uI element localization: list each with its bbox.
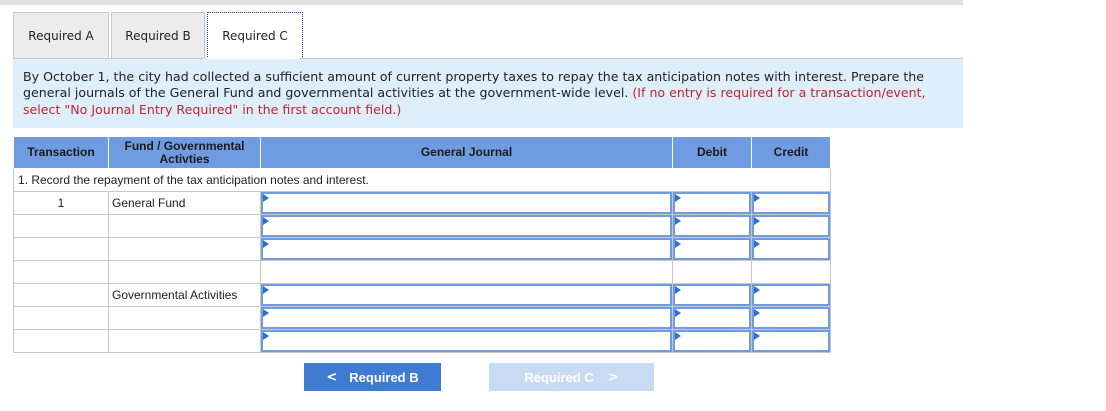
- fund-label: [108, 306, 261, 330]
- input-marker-icon: [754, 240, 760, 248]
- credit-input[interactable]: [751, 191, 831, 215]
- transaction-number: [13, 329, 109, 353]
- table-row: [13, 329, 831, 353]
- dropdown-arrow-icon: [263, 309, 269, 317]
- credit-input[interactable]: [751, 214, 831, 238]
- account-select[interactable]: [260, 237, 673, 261]
- input-marker-icon: [675, 286, 681, 294]
- chevron-left-icon: <: [326, 369, 338, 385]
- input-marker-icon: [675, 240, 681, 248]
- account-select[interactable]: [260, 283, 673, 307]
- dropdown-arrow-icon: [263, 194, 269, 202]
- header-fund: Fund / Governmental Activties: [108, 136, 261, 169]
- header-debit: Debit: [672, 136, 752, 169]
- table-row: [13, 306, 831, 330]
- instructions-panel: By October 1, the city had collected a s…: [13, 59, 963, 128]
- header-transaction: Transaction: [13, 136, 109, 169]
- input-marker-icon: [754, 286, 760, 294]
- table-row: Governmental Activities: [13, 283, 831, 307]
- input-marker-icon: [675, 309, 681, 317]
- tab-required-a[interactable]: Required A: [13, 12, 109, 59]
- dropdown-arrow-icon: [263, 286, 269, 294]
- fund-label: [108, 260, 261, 284]
- input-marker-icon: [675, 194, 681, 202]
- journal-table: Transaction Fund / Governmental Activtie…: [13, 136, 831, 353]
- transaction-number: 1: [13, 191, 109, 215]
- tab-required-b[interactable]: Required B: [111, 12, 205, 59]
- fund-label: [108, 214, 261, 238]
- table-row: [13, 214, 831, 238]
- debit-input[interactable]: [672, 283, 752, 307]
- fund-label: [108, 329, 261, 353]
- next-button-label: Required C: [524, 369, 594, 385]
- account-select[interactable]: [260, 329, 673, 353]
- debit-input[interactable]: [672, 237, 752, 261]
- top-bar: [0, 0, 963, 5]
- previous-required-b-button[interactable]: < Required B: [304, 363, 441, 391]
- table-row: [13, 237, 831, 261]
- debit-input[interactable]: [672, 191, 752, 215]
- input-marker-icon: [754, 309, 760, 317]
- transaction-number: [13, 283, 109, 307]
- account-select[interactable]: [260, 214, 673, 238]
- tab-bar: Required A Required B Required C: [13, 12, 303, 59]
- transaction-number: [13, 306, 109, 330]
- input-marker-icon: [675, 332, 681, 340]
- account-select[interactable]: [260, 306, 673, 330]
- empty-cell: [260, 260, 673, 284]
- input-marker-icon: [754, 217, 760, 225]
- table-row: [13, 260, 831, 284]
- next-required-c-button: Required C >: [489, 363, 654, 391]
- fund-label: General Fund: [108, 191, 261, 215]
- tab-required-c[interactable]: Required C: [207, 12, 303, 59]
- credit-input[interactable]: [751, 306, 831, 330]
- transaction-number: [13, 237, 109, 261]
- transaction-description: 1. Record the repayment of the tax antic…: [13, 168, 831, 192]
- account-select[interactable]: [260, 191, 673, 215]
- header-credit: Credit: [751, 136, 831, 169]
- debit-input[interactable]: [672, 306, 752, 330]
- debit-input[interactable]: [672, 214, 752, 238]
- dropdown-arrow-icon: [263, 332, 269, 340]
- transaction-number: [13, 214, 109, 238]
- fund-label: Governmental Activities: [108, 283, 261, 307]
- credit-input[interactable]: [751, 329, 831, 353]
- credit-input[interactable]: [751, 283, 831, 307]
- input-marker-icon: [754, 332, 760, 340]
- credit-input[interactable]: [751, 237, 831, 261]
- fund-label: [108, 237, 261, 261]
- chevron-right-icon: >: [607, 369, 619, 385]
- input-marker-icon: [675, 217, 681, 225]
- header-general-journal: General Journal: [260, 136, 673, 169]
- input-marker-icon: [754, 194, 760, 202]
- dropdown-arrow-icon: [263, 240, 269, 248]
- empty-cell: [751, 260, 831, 284]
- dropdown-arrow-icon: [263, 217, 269, 225]
- previous-button-label: Required B: [349, 369, 419, 385]
- debit-input[interactable]: [672, 329, 752, 353]
- transaction-number: [13, 260, 109, 284]
- empty-cell: [672, 260, 752, 284]
- table-row: 1 General Fund: [13, 191, 831, 215]
